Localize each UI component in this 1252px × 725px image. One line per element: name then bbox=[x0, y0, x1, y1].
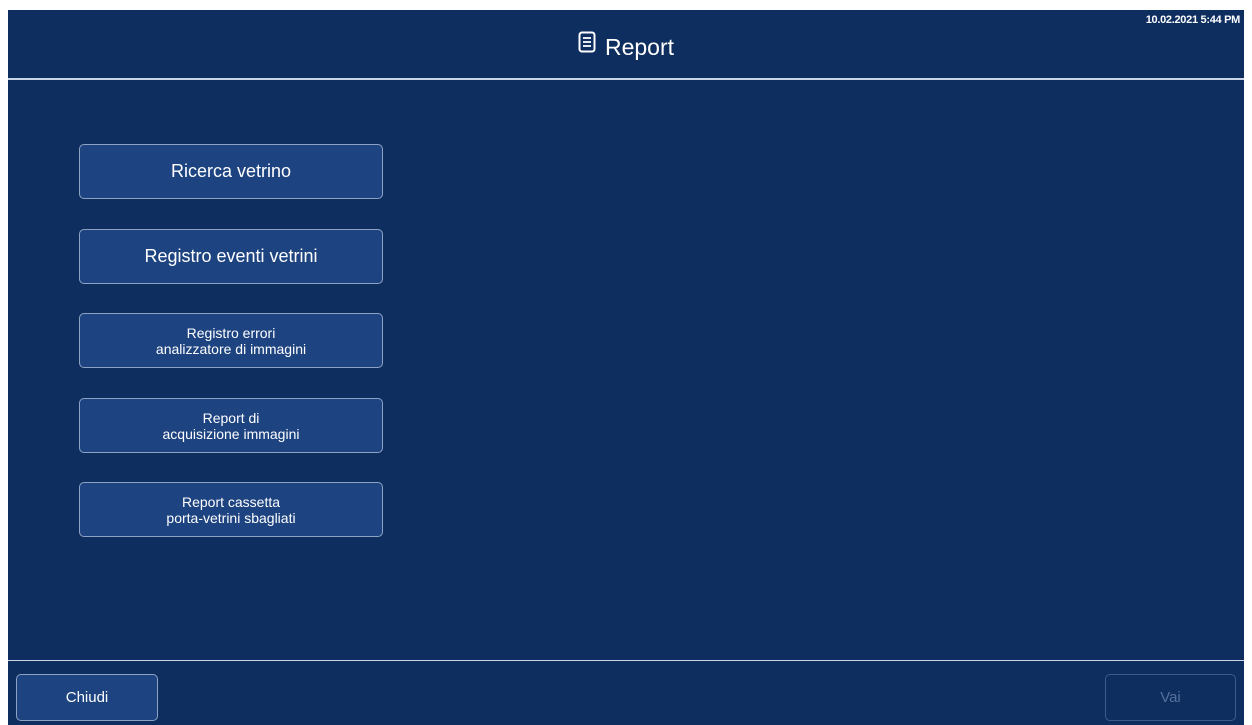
image-acquisition-report-button[interactable]: Report di acquisizione immagini bbox=[79, 398, 383, 453]
header-bar: Report 10.02.2021 5:44 PM bbox=[8, 10, 1244, 80]
button-label: Registro eventi vetrini bbox=[144, 246, 318, 266]
image-analyzer-error-log-button[interactable]: Registro errori analizzatore di immagini bbox=[79, 313, 383, 368]
document-icon bbox=[578, 30, 596, 60]
close-button[interactable]: Chiudi bbox=[16, 674, 158, 721]
button-label-line-1: Report cassetta bbox=[181, 493, 281, 510]
button-label-line-2: porta-vetrini sbagliati bbox=[166, 509, 296, 526]
button-label-line-1: Registro errori bbox=[186, 324, 276, 341]
wrong-slide-cassette-report-button[interactable]: Report cassetta porta-vetrini sbagliati bbox=[79, 482, 383, 537]
button-label-line-2: analizzatore di immagini bbox=[155, 340, 307, 357]
report-screen: Report 10.02.2021 5:44 PM Ricerca vetrin… bbox=[8, 10, 1244, 725]
footer-divider bbox=[8, 660, 1244, 661]
button-label-line-1: Report di bbox=[202, 409, 260, 426]
button-label: Ricerca vetrino bbox=[170, 161, 292, 181]
go-button[interactable]: Vai bbox=[1105, 674, 1236, 721]
slide-event-log-button[interactable]: Registro eventi vetrini bbox=[79, 229, 383, 284]
page-title: Report bbox=[8, 30, 1244, 62]
page-title-text: Report bbox=[604, 33, 675, 60]
button-label-line-2: acquisizione immagini bbox=[162, 425, 300, 442]
timestamp: 10.02.2021 5:44 PM bbox=[1145, 14, 1241, 26]
search-slide-button[interactable]: Ricerca vetrino bbox=[79, 144, 383, 199]
